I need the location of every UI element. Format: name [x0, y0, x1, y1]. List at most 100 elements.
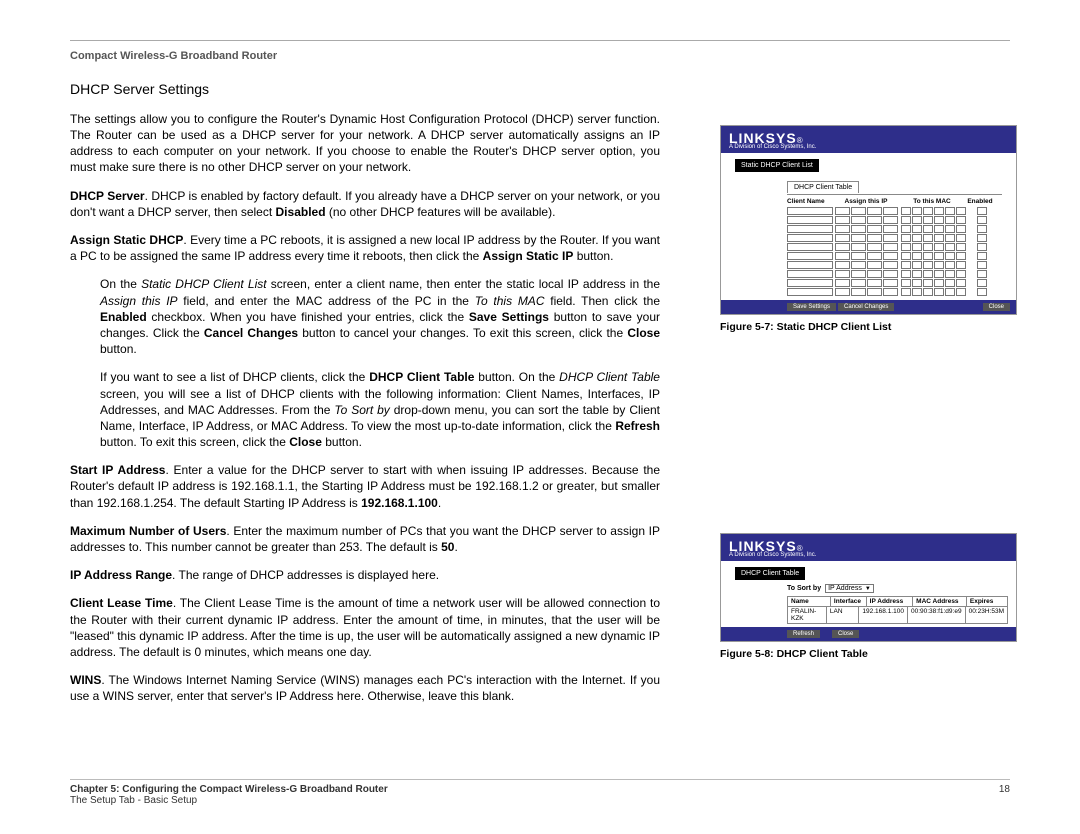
close-button[interactable]: Close: [832, 630, 859, 638]
ip-octet-input[interactable]: [835, 279, 850, 287]
ip-octet-input[interactable]: [883, 288, 898, 296]
ip-octet-input[interactable]: [867, 288, 882, 296]
mac-octet-input[interactable]: [956, 252, 966, 260]
ip-octet-input[interactable]: [883, 252, 898, 260]
ip-octet-input[interactable]: [835, 234, 850, 242]
mac-octet-input[interactable]: [901, 279, 911, 287]
mac-octet-input[interactable]: [901, 234, 911, 242]
mac-octet-input[interactable]: [934, 252, 944, 260]
mac-octet-input[interactable]: [901, 216, 911, 224]
mac-octet-input[interactable]: [912, 234, 922, 242]
enabled-checkbox[interactable]: [977, 243, 987, 251]
ip-octet-input[interactable]: [867, 234, 882, 242]
mac-octet-input[interactable]: [901, 243, 911, 251]
mac-octet-input[interactable]: [945, 216, 955, 224]
mac-octet-input[interactable]: [956, 288, 966, 296]
mac-octet-input[interactable]: [912, 261, 922, 269]
mac-octet-input[interactable]: [934, 261, 944, 269]
mac-octet-input[interactable]: [912, 279, 922, 287]
ip-octet-input[interactable]: [851, 225, 866, 233]
mac-octet-input[interactable]: [934, 234, 944, 242]
mac-octet-input[interactable]: [912, 252, 922, 260]
mac-octet-input[interactable]: [901, 207, 911, 215]
client-name-input[interactable]: [787, 252, 833, 260]
mac-octet-input[interactable]: [934, 270, 944, 278]
ip-octet-input[interactable]: [851, 270, 866, 278]
ip-octet-input[interactable]: [883, 270, 898, 278]
save-settings-button[interactable]: Save Settings: [787, 303, 836, 311]
mac-octet-input[interactable]: [923, 216, 933, 224]
mac-octet-input[interactable]: [934, 279, 944, 287]
mac-octet-input[interactable]: [945, 207, 955, 215]
mac-octet-input[interactable]: [923, 252, 933, 260]
mac-octet-input[interactable]: [956, 207, 966, 215]
enabled-checkbox[interactable]: [977, 288, 987, 296]
mac-octet-input[interactable]: [912, 225, 922, 233]
ip-octet-input[interactable]: [851, 216, 866, 224]
enabled-checkbox[interactable]: [977, 270, 987, 278]
sort-dropdown[interactable]: IP Address ▼: [825, 584, 874, 593]
ip-octet-input[interactable]: [851, 252, 866, 260]
mac-octet-input[interactable]: [956, 270, 966, 278]
enabled-checkbox[interactable]: [977, 225, 987, 233]
mac-octet-input[interactable]: [934, 216, 944, 224]
ip-octet-input[interactable]: [835, 243, 850, 251]
client-name-input[interactable]: [787, 216, 833, 224]
mac-octet-input[interactable]: [945, 261, 955, 269]
ip-octet-input[interactable]: [835, 270, 850, 278]
ip-octet-input[interactable]: [867, 270, 882, 278]
mac-octet-input[interactable]: [956, 279, 966, 287]
mac-octet-input[interactable]: [923, 270, 933, 278]
ip-octet-input[interactable]: [835, 207, 850, 215]
fig1-tab[interactable]: DHCP Client Table: [787, 181, 859, 193]
enabled-checkbox[interactable]: [977, 279, 987, 287]
ip-octet-input[interactable]: [835, 261, 850, 269]
close-button[interactable]: Close: [983, 303, 1010, 311]
ip-octet-input[interactable]: [883, 243, 898, 251]
mac-octet-input[interactable]: [945, 252, 955, 260]
mac-octet-input[interactable]: [934, 225, 944, 233]
cancel-changes-button[interactable]: Cancel Changes: [838, 303, 894, 311]
mac-octet-input[interactable]: [956, 225, 966, 233]
mac-octet-input[interactable]: [912, 270, 922, 278]
mac-octet-input[interactable]: [945, 234, 955, 242]
ip-octet-input[interactable]: [883, 279, 898, 287]
mac-octet-input[interactable]: [945, 243, 955, 251]
enabled-checkbox[interactable]: [977, 207, 987, 215]
mac-octet-input[interactable]: [901, 252, 911, 260]
mac-octet-input[interactable]: [923, 288, 933, 296]
ip-octet-input[interactable]: [835, 252, 850, 260]
mac-octet-input[interactable]: [923, 207, 933, 215]
mac-octet-input[interactable]: [901, 225, 911, 233]
mac-octet-input[interactable]: [912, 243, 922, 251]
mac-octet-input[interactable]: [934, 207, 944, 215]
ip-octet-input[interactable]: [835, 225, 850, 233]
mac-octet-input[interactable]: [923, 279, 933, 287]
mac-octet-input[interactable]: [934, 243, 944, 251]
mac-octet-input[interactable]: [956, 261, 966, 269]
mac-octet-input[interactable]: [945, 270, 955, 278]
ip-octet-input[interactable]: [883, 225, 898, 233]
mac-octet-input[interactable]: [923, 261, 933, 269]
ip-octet-input[interactable]: [851, 207, 866, 215]
client-name-input[interactable]: [787, 279, 833, 287]
ip-octet-input[interactable]: [867, 216, 882, 224]
ip-octet-input[interactable]: [883, 261, 898, 269]
client-name-input[interactable]: [787, 261, 833, 269]
mac-octet-input[interactable]: [945, 279, 955, 287]
ip-octet-input[interactable]: [851, 243, 866, 251]
enabled-checkbox[interactable]: [977, 234, 987, 242]
ip-octet-input[interactable]: [883, 207, 898, 215]
enabled-checkbox[interactable]: [977, 216, 987, 224]
ip-octet-input[interactable]: [835, 288, 850, 296]
mac-octet-input[interactable]: [945, 225, 955, 233]
ip-octet-input[interactable]: [883, 234, 898, 242]
ip-octet-input[interactable]: [851, 288, 866, 296]
mac-octet-input[interactable]: [934, 288, 944, 296]
enabled-checkbox[interactable]: [977, 261, 987, 269]
client-name-input[interactable]: [787, 243, 833, 251]
ip-octet-input[interactable]: [867, 225, 882, 233]
ip-octet-input[interactable]: [867, 252, 882, 260]
mac-octet-input[interactable]: [923, 243, 933, 251]
mac-octet-input[interactable]: [923, 225, 933, 233]
